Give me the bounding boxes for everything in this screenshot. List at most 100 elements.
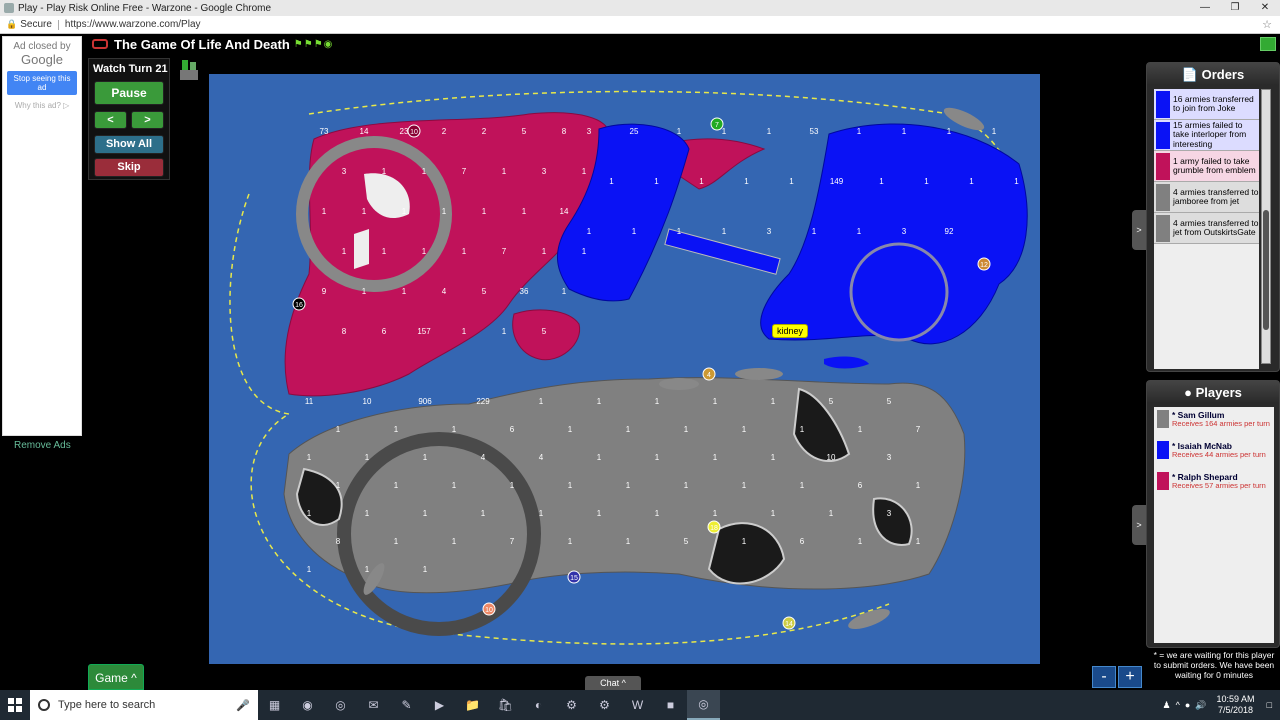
steam-client-icon[interactable]: ⚙ [555,690,588,720]
sam-army-label: 1 [452,537,457,546]
sam-army-label: 1 [394,425,399,434]
sam-territory-south[interactable] [283,377,966,594]
orders-collapse-tab[interactable]: > [1132,210,1146,250]
taskbar-search-input[interactable]: Type here to search 🎤 [30,690,258,720]
word-icon[interactable]: W [621,690,654,720]
sam-army-label: 1 [307,509,312,518]
boat-left[interactable] [659,378,699,390]
order-item[interactable]: 1 army failed to take grumble from emble… [1154,151,1259,182]
notifications-icon[interactable]: □ [1267,700,1272,710]
sam-army-label: 1 [510,481,515,490]
players-collapse-tab[interactable]: > [1132,505,1146,545]
folder-icon[interactable]: 📁 [456,690,489,720]
windows-start-icon[interactable] [0,690,30,720]
game-menu-button[interactable]: Game ^ [88,664,144,690]
orders-list[interactable]: 16 armies transferred to join from Joke 1… [1154,89,1259,369]
sam-army-label: 1 [655,453,660,462]
url-text[interactable]: https://www.warzone.com/Play [65,19,201,30]
sam-army-label: 1 [771,453,776,462]
address-bar[interactable]: 🔒 Secure https://www.warzone.com/Play ☆ [0,16,1280,34]
sam-army-label: 4 [539,453,544,462]
ralph-army-label: 6 [382,327,387,336]
task-view-icon[interactable]: ▦ [258,690,291,720]
order-item[interactable]: 4 armies transferred to jamboree from je… [1154,182,1259,213]
zoom-in-button[interactable]: + [1118,666,1142,688]
ralph-army-label: 1 [402,287,407,296]
orders-panel: 📄 Orders 16 armies transferred to join f… [1146,62,1280,372]
why-this-ad-link[interactable]: Why this ad? ▷ [3,101,81,110]
stop-seeing-ad-button[interactable]: Stop seeing this ad [7,71,77,95]
bookmark-star-icon[interactable]: ☆ [1262,18,1272,31]
order-item[interactable]: 16 armies transferred to join from Joke [1154,89,1259,120]
edge-icon[interactable]: ◐ [522,690,555,720]
orders-scroll-thumb[interactable] [1263,210,1269,330]
player-status-icon[interactable] [1260,37,1276,51]
ralph-army-label: 8 [562,127,567,136]
sam-army-label: 1 [568,425,573,434]
microphone-icon[interactable]: 🎤 [236,699,250,712]
player-row[interactable]: * Sam Gillum Receives 164 armies per turn [1154,407,1274,438]
close-icon[interactable]: ✕ [1250,0,1280,16]
map-canvas[interactable]: 73 14 23 2 2 5 83 1 1 7 1 3 11 1 1 1 1 1 141 1 1 1 7 1 19 1 1 4 5 36 1… [209,74,1040,664]
boat-southeast[interactable] [846,605,892,633]
minimize-icon[interactable]: — [1190,0,1220,16]
system-tray: ♟ ^ ● 🔊 10:59 AM 7/5/2018 □ [1163,690,1272,720]
mail-icon[interactable]: ✉ [357,690,390,720]
ralph-army-label: 2 [442,127,447,136]
ralph-army-label: 1 [322,207,327,216]
order-text: 16 armies transferred to join from Joke [1173,93,1254,113]
order-item[interactable]: 4 armies transferred to jet from Outskir… [1154,213,1259,244]
network-icon[interactable]: ● [1185,700,1190,710]
zoom-out-button[interactable]: - [1092,666,1116,688]
sam-army-label: 1 [568,537,573,546]
player-row[interactable]: * Ralph Shepard Receives 57 armies per tu… [1154,469,1274,500]
players-list[interactable]: * Sam Gillum Receives 164 armies per turn… [1154,407,1274,643]
orders-title-text: Orders [1201,67,1245,82]
steam-icon[interactable]: ◉ [291,690,324,720]
restore-icon[interactable]: ❐ [1220,0,1250,16]
ralph-army-label: 3 [542,167,547,176]
isaiah-army-label: 1 [744,177,749,186]
isaiah-fortress[interactable] [849,242,949,342]
chrome-active-icon[interactable]: ◎ [687,690,720,720]
tray-arrow-icon[interactable]: ^ [1176,700,1180,710]
pause-button[interactable]: Pause [94,81,164,105]
paint-icon[interactable]: ✎ [390,690,423,720]
game-map[interactable]: 73 14 23 2 2 5 8 3 1 1 7 1 3 1 1 1 1 1 1 1 14 1 1 1 1 7 1 1 9 1 1 4 5 36 1… [209,74,1040,664]
show-all-button[interactable]: Show All [94,135,164,154]
sam-army-label: 6 [510,425,515,434]
sam-army-label: 1 [829,509,834,518]
game-menu-icon[interactable] [92,39,108,49]
turn-label: Watch Turn 21 [93,63,168,75]
sam-army-label: 1 [307,565,312,574]
next-turn-button[interactable]: > [131,111,164,129]
isaiah-army-label: 1 [722,127,727,136]
sam-army-label: 1 [452,481,457,490]
media-icon[interactable]: ▶ [423,690,456,720]
isaiah-army-label: 25 [630,127,639,136]
volume-icon[interactable]: 🔊 [1195,700,1206,711]
taskbar-clock[interactable]: 10:59 AM 7/5/2018 [1217,694,1255,716]
isaiah-small-territory[interactable] [824,356,869,369]
chrome-icon[interactable]: ◎ [324,690,357,720]
sam-army-label: 6 [800,537,805,546]
boat-center[interactable] [735,368,783,380]
isaiah-army-label: 1 [609,177,614,186]
remove-ads-link[interactable]: Remove Ads [14,440,71,451]
search-icon [38,699,50,711]
store-icon[interactable]: 🛍 [489,690,522,720]
sam-army-label: 229 [476,397,490,406]
minecraft-icon[interactable]: ■ [654,690,687,720]
orders-scrollbar[interactable] [1261,89,1271,364]
app-icon[interactable]: ⚙ [588,690,621,720]
previous-turn-button[interactable]: < [94,111,127,129]
player-row[interactable]: * Isaiah McNab Receives 44 armies per tur… [1154,438,1274,469]
skip-button[interactable]: Skip [94,158,164,177]
order-item[interactable]: 15 armies failed to take interloper from… [1154,120,1259,151]
secure-label: Secure [20,19,52,30]
ad-box: Ad closed by Google Stop seeing this ad … [2,36,82,436]
sam-army-label: 1 [742,537,747,546]
people-icon[interactable]: ♟ [1163,700,1171,711]
chat-button[interactable]: Chat ^ [585,676,641,690]
player-color-swatch [1157,472,1169,490]
